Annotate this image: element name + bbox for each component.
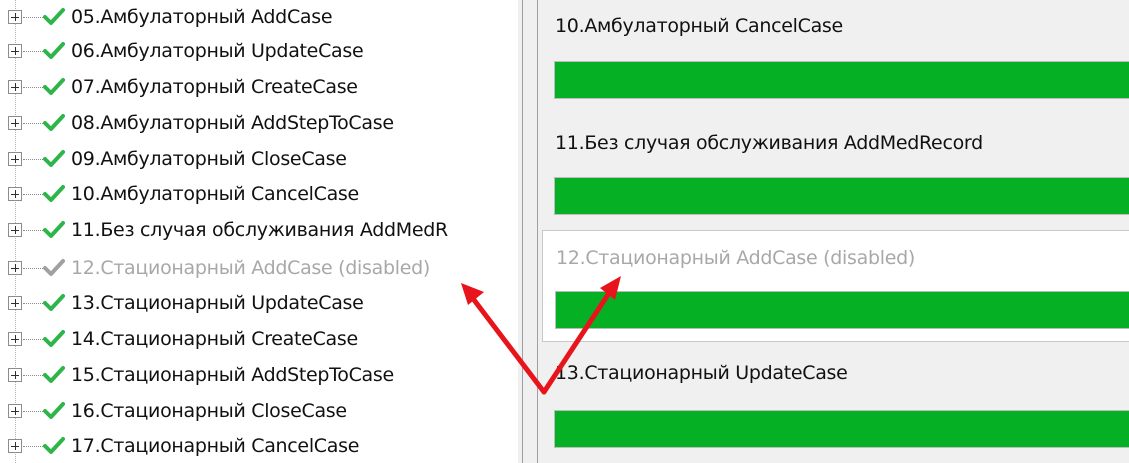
- test-progress-card: 10.Амбулаторный CancelCase: [542, 0, 1129, 115]
- progress-fill: [555, 178, 1129, 214]
- tree-item[interactable]: 16.Стационарный CloseCase: [8, 393, 347, 429]
- checkmark-gray-icon: [43, 259, 65, 276]
- test-progress-card: 13.Стационарный UpdateCase: [542, 342, 1129, 463]
- tree-item-label: 05.Амбулаторный AddCase: [71, 6, 333, 28]
- tree-item-label: 15.Стационарный AddStepToCase: [71, 364, 394, 386]
- pane-splitter[interactable]: [518, 0, 538, 463]
- progress-fill: [555, 62, 1129, 98]
- tree-item[interactable]: 07.Амбулаторный CreateCase: [8, 69, 358, 105]
- expand-plus-icon[interactable]: [8, 261, 22, 275]
- tree-item[interactable]: 05.Амбулаторный AddCase: [8, 0, 333, 35]
- test-runner-window: 05.Амбулаторный AddCase 06.Амбулаторный …: [0, 0, 1129, 463]
- expand-plus-icon[interactable]: [8, 223, 22, 237]
- checkmark-icon: [43, 185, 65, 202]
- checkmark-icon: [43, 114, 65, 131]
- checkmark-icon: [43, 366, 65, 383]
- test-progress-card: 11.Без случая обслуживания AddMedRecord: [542, 115, 1129, 230]
- tree-item[interactable]: 13.Стационарный UpdateCase: [8, 285, 364, 321]
- checkmark-icon: [43, 42, 65, 59]
- tree-item[interactable]: 10.Амбулаторный CancelCase: [8, 176, 359, 212]
- expand-plus-icon[interactable]: [8, 296, 22, 310]
- card-title: 13.Стационарный UpdateCase: [555, 362, 848, 384]
- tree-item[interactable]: 15.Стационарный AddStepToCase: [8, 357, 394, 393]
- tree-item-label: 06.Амбулаторный UpdateCase: [71, 40, 364, 62]
- checkmark-icon: [43, 221, 65, 238]
- card-title: 11.Без случая обслуживания AddMedRecord: [555, 132, 983, 154]
- checkmark-icon: [43, 150, 65, 167]
- tree-item[interactable]: 17.Стационарный CancelCase: [8, 428, 359, 463]
- tree-item-label: 07.Амбулаторный CreateCase: [71, 76, 358, 98]
- progress-fill: [556, 292, 1129, 328]
- tree-item-label: 08.Амбулаторный AddStepToCase: [71, 112, 394, 134]
- test-tree: 05.Амбулаторный AddCase 06.Амбулаторный …: [0, 0, 518, 463]
- checkmark-icon: [43, 294, 65, 311]
- tree-item[interactable]: 11.Без случая обслуживания AddMedR: [8, 212, 448, 248]
- tree-item-label: 16.Стационарный CloseCase: [71, 400, 347, 422]
- card-title: 12.Стационарный AddCase (disabled): [556, 247, 915, 269]
- checkmark-icon: [43, 330, 65, 347]
- tree-item[interactable]: 09.Амбулаторный CloseCase: [8, 141, 347, 177]
- tree-item[interactable]: 14.Стационарный CreateCase: [8, 321, 358, 357]
- tree-item-label: 14.Стационарный CreateCase: [71, 328, 358, 350]
- checkmark-icon: [43, 8, 65, 25]
- tree-item-label: 09.Амбулаторный CloseCase: [71, 148, 347, 170]
- tree-item-label: 13.Стационарный UpdateCase: [71, 292, 364, 314]
- progress-detail-pane: 10.Амбулаторный CancelCase 11.Без случая…: [538, 0, 1129, 463]
- progress-bar: [554, 61, 1129, 99]
- progress-bar: [554, 177, 1129, 215]
- expand-plus-icon[interactable]: [8, 332, 22, 346]
- expand-plus-icon[interactable]: [8, 44, 22, 58]
- progress-bar: [554, 410, 1129, 448]
- tree-item-label: 11.Без случая обслуживания AddMedR: [71, 219, 448, 241]
- tree-item-disabled[interactable]: 12.Стационарный AddCase (disabled): [8, 250, 430, 286]
- splitter-edge: [522, 0, 523, 463]
- tree-item[interactable]: 06.Амбулаторный UpdateCase: [8, 33, 364, 69]
- test-progress-card-disabled: 12.Стационарный AddCase (disabled): [542, 230, 1129, 342]
- checkmark-icon: [43, 78, 65, 95]
- progress-fill: [555, 411, 1129, 447]
- tree-item-label: 10.Амбулаторный CancelCase: [71, 183, 359, 205]
- expand-plus-icon[interactable]: [8, 404, 22, 418]
- expand-plus-icon[interactable]: [8, 368, 22, 382]
- card-title: 10.Амбулаторный CancelCase: [555, 15, 843, 37]
- expand-plus-icon[interactable]: [8, 187, 22, 201]
- expand-plus-icon[interactable]: [8, 116, 22, 130]
- expand-plus-icon[interactable]: [8, 10, 22, 24]
- expand-plus-icon[interactable]: [8, 80, 22, 94]
- checkmark-icon: [43, 402, 65, 419]
- progress-bar: [555, 291, 1129, 329]
- expand-plus-icon[interactable]: [8, 439, 22, 453]
- checkmark-icon: [43, 437, 65, 454]
- tree-item[interactable]: 08.Амбулаторный AddStepToCase: [8, 105, 394, 141]
- tree-item-label: 17.Стационарный CancelCase: [71, 435, 360, 457]
- expand-plus-icon[interactable]: [8, 152, 22, 166]
- tree-item-label: 12.Стационарный AddCase (disabled): [71, 257, 430, 279]
